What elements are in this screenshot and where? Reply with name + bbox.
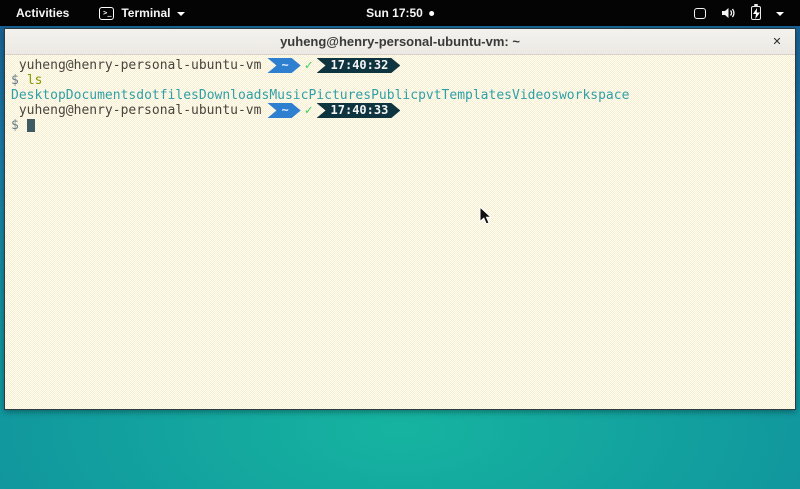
battery-charging-icon: [751, 6, 761, 20]
terminal-cursor: [27, 119, 35, 132]
prompt-user-host: yuheng@henry-personal-ubuntu-vm: [19, 58, 262, 73]
window-title: yuheng@henry-personal-ubuntu-vm: ~: [280, 34, 520, 49]
mouse-pointer-icon: [479, 206, 492, 225]
clock-label: Sun 17:50: [366, 6, 423, 20]
top-bar: Activities >_ Terminal Sun 17:50: [0, 0, 800, 26]
ls-entry: Pictures: [308, 88, 371, 103]
command-line: $ ls: [11, 73, 789, 88]
app-menu-label: Terminal: [121, 6, 170, 20]
system-status-area[interactable]: [694, 6, 784, 20]
ls-entry: workspace: [559, 88, 629, 103]
activities-button[interactable]: Activities: [12, 4, 73, 22]
display-icon: [694, 8, 706, 19]
ls-entry: Downloads: [199, 88, 269, 103]
ls-entry: pvt: [418, 88, 441, 103]
cwd-segment: ~: [267, 103, 300, 118]
ls-output: Desktop Documents dotfiles Downloads Mus…: [11, 88, 789, 103]
time-segment: 17:40:32: [317, 58, 401, 73]
prompt-line-2: yuheng@henry-personal-ubuntu-vm ~ ✓ 17:4…: [11, 103, 789, 118]
cwd-segment: ~: [267, 58, 300, 73]
notification-dot-icon: [429, 11, 434, 16]
ls-entry: dotfiles: [136, 88, 199, 103]
prompt-symbol: $: [11, 118, 19, 133]
ls-entry: Templates: [442, 88, 512, 103]
volume-icon: [721, 6, 736, 20]
terminal-window: yuheng@henry-personal-ubuntu-vm: ~ ✕ yuh…: [4, 28, 796, 410]
window-titlebar[interactable]: yuheng@henry-personal-ubuntu-vm: ~ ✕: [5, 29, 795, 55]
input-line: $: [11, 118, 789, 133]
prompt-user-host: yuheng@henry-personal-ubuntu-vm: [19, 103, 262, 118]
app-menu-terminal[interactable]: >_ Terminal: [99, 6, 185, 20]
ls-entry: Public: [371, 88, 418, 103]
ls-entry: Desktop: [11, 88, 66, 103]
chevron-down-icon: [776, 12, 784, 16]
ls-entry: Documents: [66, 88, 136, 103]
terminal-app-icon: >_: [99, 7, 114, 20]
clock[interactable]: Sun 17:50: [366, 6, 434, 20]
ls-entry: Music: [269, 88, 308, 103]
close-icon[interactable]: ✕: [768, 33, 786, 51]
terminal-content[interactable]: yuheng@henry-personal-ubuntu-vm ~ ✓ 17:4…: [5, 55, 795, 409]
chevron-down-icon: [177, 12, 185, 16]
ls-entry: Videos: [512, 88, 559, 103]
prompt-line-1: yuheng@henry-personal-ubuntu-vm ~ ✓ 17:4…: [11, 58, 789, 73]
prompt-symbol: $: [11, 73, 19, 88]
command-text: ls: [27, 73, 43, 88]
status-ok-icon: ✓: [305, 103, 313, 118]
status-ok-icon: ✓: [305, 58, 313, 73]
time-segment: 17:40:33: [317, 103, 401, 118]
